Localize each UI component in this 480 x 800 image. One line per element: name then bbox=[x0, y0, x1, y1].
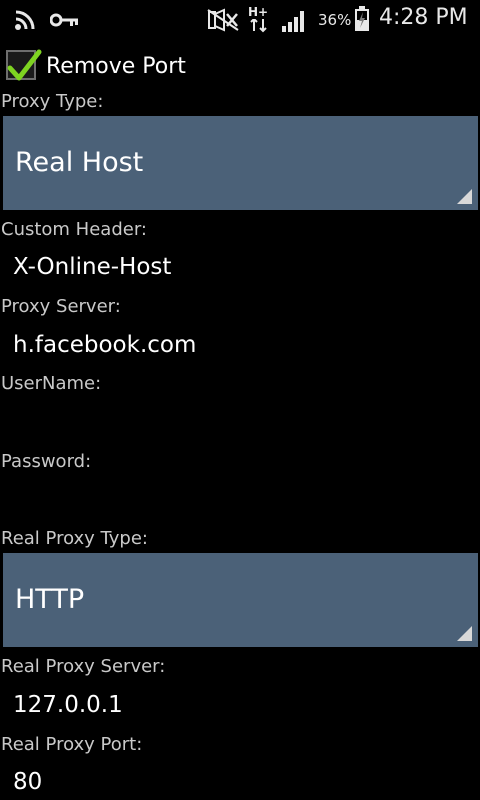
checkmark-icon bbox=[7, 49, 42, 81]
custom-header-input[interactable]: X-Online-Host bbox=[13, 254, 171, 280]
real-proxy-server-label: Real Proxy Server: bbox=[1, 656, 166, 677]
custom-header-label: Custom Header: bbox=[1, 219, 147, 240]
key-icon bbox=[49, 12, 80, 32]
proxy-server-label: Proxy Server: bbox=[1, 296, 121, 317]
mute-icon bbox=[206, 8, 240, 36]
network-type-text: H+ bbox=[248, 5, 269, 19]
status-bar: H+ 36% 4:28 PM bbox=[0, 0, 480, 38]
proxy-type-value: Real Host bbox=[15, 147, 144, 178]
rss-icon bbox=[14, 9, 38, 35]
dropdown-corner-icon bbox=[457, 189, 472, 204]
real-proxy-type-spinner[interactable]: HTTP bbox=[3, 553, 478, 647]
real-proxy-port-label: Real Proxy Port: bbox=[1, 734, 143, 755]
password-input[interactable] bbox=[0, 479, 480, 519]
remove-port-label: Remove Port bbox=[46, 54, 186, 79]
proxy-type-spinner[interactable]: Real Host bbox=[3, 116, 478, 210]
password-label: Password: bbox=[1, 451, 92, 472]
proxy-settings-form: Remove Port Proxy Type: Real Host Custom… bbox=[0, 38, 480, 800]
clock-time: 4:28 PM bbox=[379, 5, 468, 30]
username-label: UserName: bbox=[1, 373, 102, 394]
username-input[interactable] bbox=[0, 401, 480, 441]
real-proxy-type-value: HTTP bbox=[15, 584, 85, 615]
signal-icon bbox=[282, 10, 308, 36]
remove-port-checkbox[interactable] bbox=[6, 49, 42, 81]
real-proxy-server-input[interactable]: 127.0.0.1 bbox=[13, 692, 123, 718]
battery-charging-icon bbox=[354, 6, 370, 36]
battery-percent: 36% bbox=[318, 11, 352, 29]
real-proxy-port-input[interactable]: 80 bbox=[13, 769, 42, 795]
remove-port-checkbox-row[interactable]: Remove Port bbox=[0, 44, 300, 84]
real-proxy-type-label: Real Proxy Type: bbox=[1, 528, 148, 549]
proxy-type-label: Proxy Type: bbox=[1, 91, 104, 112]
dropdown-corner-icon bbox=[457, 626, 472, 641]
proxy-server-input[interactable]: h.facebook.com bbox=[13, 332, 196, 358]
